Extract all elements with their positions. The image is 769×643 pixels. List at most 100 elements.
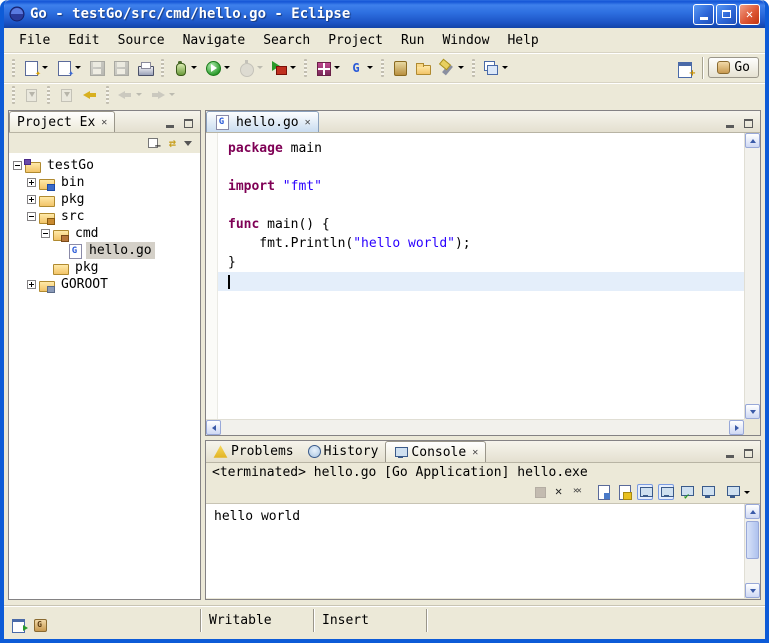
go-fast-view-icon[interactable] xyxy=(33,617,48,631)
scroll-up-button[interactable] xyxy=(745,504,760,519)
save-button[interactable] xyxy=(85,57,109,79)
code-area[interactable]: package main import "fmt" func main() { fm… xyxy=(218,133,744,419)
code-line-3[interactable]: import "fmt" xyxy=(218,177,744,196)
profile-button[interactable] xyxy=(234,57,267,79)
scroll-down-button[interactable] xyxy=(745,404,760,419)
save-all-button[interactable] xyxy=(109,57,133,79)
search-button[interactable] xyxy=(435,57,468,79)
new-go-element-button[interactable] xyxy=(52,57,85,79)
new-project-button[interactable] xyxy=(311,57,344,79)
code-line-5[interactable]: func main() { xyxy=(218,215,744,234)
pin-console-toggle[interactable] xyxy=(679,484,695,500)
menu-navigate[interactable]: Navigate xyxy=(174,30,255,51)
code-line-6[interactable]: fmt.Println("hello world"); xyxy=(218,234,744,253)
tab-project-explorer[interactable]: Project Ex ✕ xyxy=(9,111,115,132)
console-output[interactable]: hello world xyxy=(206,504,744,598)
scroll-right-button[interactable] xyxy=(729,420,744,435)
menu-project[interactable]: Project xyxy=(319,30,392,51)
back-button[interactable] xyxy=(113,84,146,106)
scroll-up-button[interactable] xyxy=(745,133,760,148)
tree-item-testgo[interactable]: testGo xyxy=(9,157,200,174)
show-stderr-toggle[interactable] xyxy=(658,484,674,500)
go-perspective-button[interactable]: Go xyxy=(708,57,759,78)
terminate-button[interactable] xyxy=(532,484,548,500)
tree-item-bin[interactable]: bin xyxy=(9,174,200,191)
maximize-view-button[interactable] xyxy=(741,446,755,458)
menu-edit[interactable]: Edit xyxy=(59,30,108,51)
link-with-editor-button[interactable]: ⇄ xyxy=(169,136,176,150)
scroll-lock-toggle[interactable] xyxy=(616,484,632,500)
maximize-view-button[interactable] xyxy=(741,116,755,128)
close-tab-icon[interactable]: ✕ xyxy=(305,117,311,128)
new-wizard-button[interactable] xyxy=(19,57,52,79)
compare-button[interactable] xyxy=(479,57,512,79)
code-line-2[interactable] xyxy=(218,158,744,177)
collapse-all-button[interactable] xyxy=(147,136,161,150)
close-tab-icon[interactable]: ✕ xyxy=(472,447,478,458)
scroll-left-button[interactable] xyxy=(206,420,221,435)
fast-view-button[interactable] xyxy=(12,617,27,631)
title-bar[interactable]: Go - testGo/src/cmd/hello.go - Eclipse ✕ xyxy=(4,0,765,28)
editor-horizontal-scrollbar[interactable] xyxy=(206,419,744,435)
last-edit-location-button[interactable] xyxy=(78,84,102,106)
tree-item-hello-go[interactable]: hello.go xyxy=(9,242,200,259)
menu-source[interactable]: Source xyxy=(109,30,174,51)
open-perspective-button[interactable] xyxy=(673,57,697,79)
tree-expander-icon[interactable] xyxy=(27,280,36,289)
close-button[interactable]: ✕ xyxy=(739,4,760,25)
close-tab-icon[interactable]: ✕ xyxy=(101,117,107,128)
tree-expander-icon[interactable] xyxy=(27,195,36,204)
code-line-1[interactable]: package main xyxy=(218,139,744,158)
debug-button[interactable] xyxy=(168,57,201,79)
scrollbar-thumb[interactable] xyxy=(746,521,759,559)
menu-window[interactable]: Window xyxy=(433,30,498,51)
minimize-view-button[interactable] xyxy=(723,116,737,128)
open-console-button[interactable] xyxy=(721,481,754,503)
tree-item-pkg[interactable]: pkg xyxy=(9,259,200,276)
maximize-button[interactable] xyxy=(716,4,737,25)
clear-console-button[interactable] xyxy=(595,484,611,500)
tree-expander-icon[interactable] xyxy=(41,229,50,238)
forward-button[interactable] xyxy=(146,84,179,106)
tab-problems[interactable]: Problems xyxy=(206,441,301,462)
tree-expander-icon[interactable] xyxy=(13,161,22,170)
open-task-button[interactable] xyxy=(388,57,412,79)
scroll-down-button[interactable] xyxy=(745,583,760,598)
annotation-ruler[interactable] xyxy=(206,133,218,419)
pkg-icon xyxy=(53,226,69,242)
remove-all-terminated-button[interactable] xyxy=(574,484,590,500)
tree-expander-icon[interactable] xyxy=(27,178,36,187)
previous-annotation-button[interactable] xyxy=(54,84,78,106)
menu-file[interactable]: File xyxy=(10,30,59,51)
tree-item-cmd[interactable]: cmd xyxy=(9,225,200,242)
external-tools-button[interactable] xyxy=(267,57,300,79)
menu-run[interactable]: Run xyxy=(392,30,433,51)
menu-search[interactable]: Search xyxy=(254,30,319,51)
display-selected-console-button[interactable] xyxy=(700,484,716,500)
console-vertical-scrollbar[interactable] xyxy=(744,504,760,598)
remove-launch-button[interactable] xyxy=(553,484,569,500)
minimize-view-button[interactable] xyxy=(163,116,177,128)
next-annotation-button[interactable] xyxy=(19,84,43,106)
editor-vertical-scrollbar[interactable] xyxy=(744,133,760,419)
tree-item-src[interactable]: src xyxy=(9,208,200,225)
new-go-file-button[interactable] xyxy=(344,57,377,79)
show-stdout-toggle[interactable] xyxy=(637,484,653,500)
code-line-8[interactable] xyxy=(218,272,744,291)
view-menu-button[interactable] xyxy=(184,141,192,146)
run-button[interactable] xyxy=(201,57,234,79)
tree-item-goroot[interactable]: GOROOT xyxy=(9,276,200,293)
minimize-button[interactable] xyxy=(693,4,714,25)
print-button[interactable] xyxy=(133,57,157,79)
code-line-7[interactable]: } xyxy=(218,253,744,272)
code-line-4[interactable] xyxy=(218,196,744,215)
tab-history[interactable]: History xyxy=(301,441,386,462)
tree-expander-icon[interactable] xyxy=(27,212,36,221)
menu-help[interactable]: Help xyxy=(498,30,547,51)
minimize-view-button[interactable] xyxy=(723,446,737,458)
tab-hello-go[interactable]: hello.go ✕ xyxy=(206,111,319,132)
open-resource-button[interactable] xyxy=(412,57,435,79)
maximize-view-button[interactable] xyxy=(181,116,195,128)
tab-console[interactable]: Console✕ xyxy=(385,441,486,462)
tree-item-pkg[interactable]: pkg xyxy=(9,191,200,208)
